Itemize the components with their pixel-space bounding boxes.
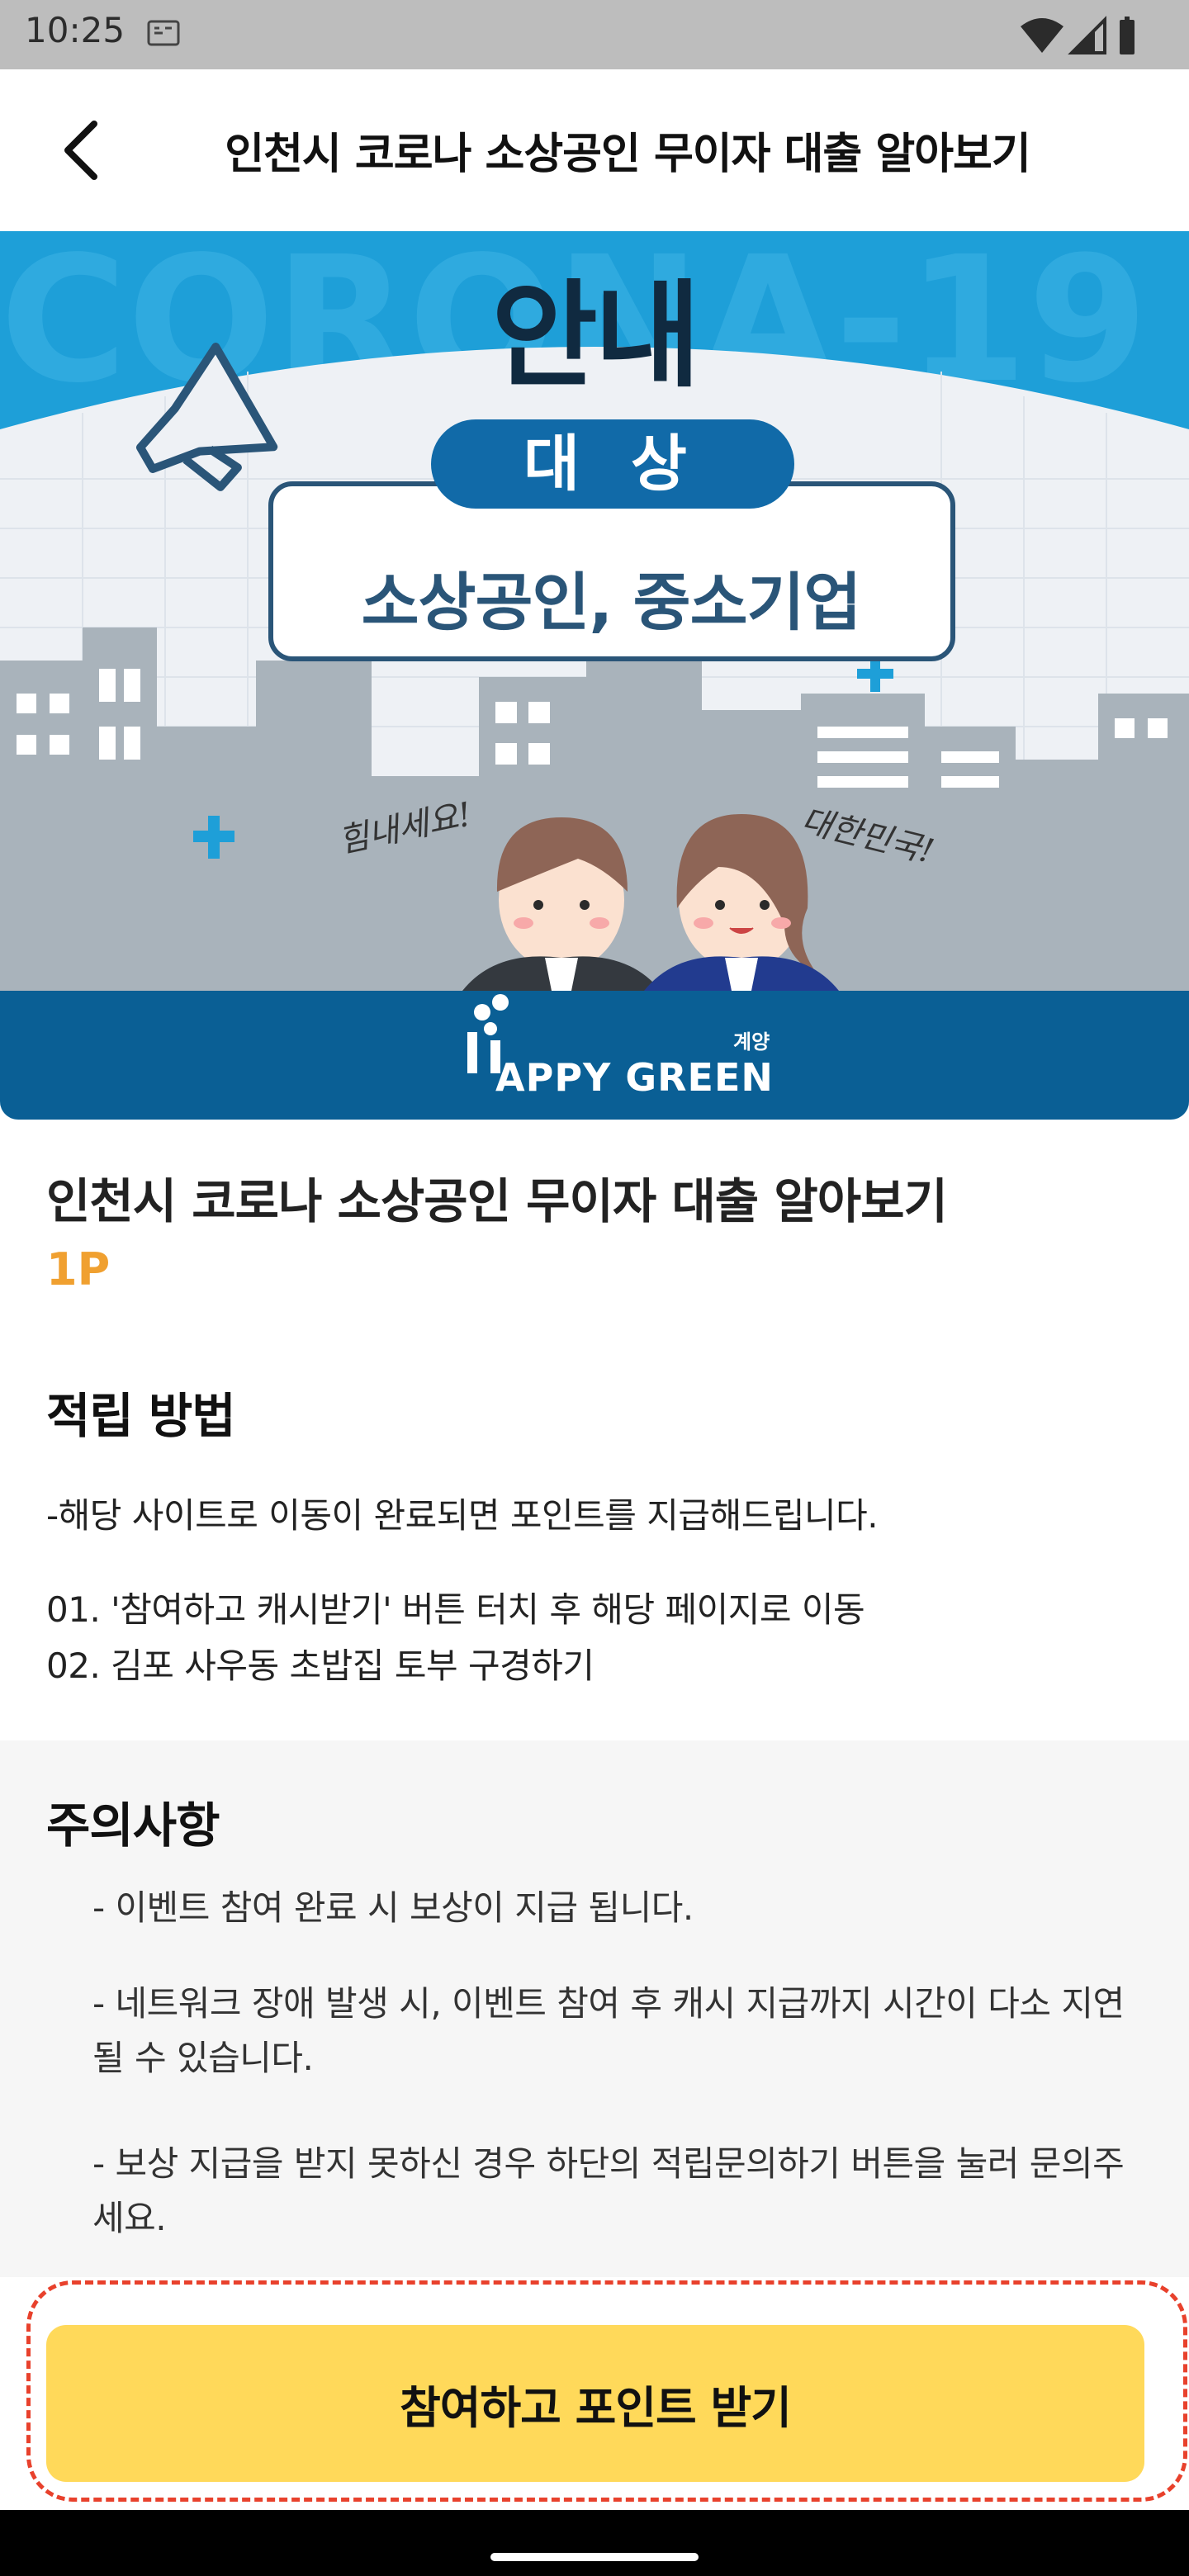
participate-get-points-button[interactable]: 참여하고 포인트 받기	[46, 2325, 1144, 2482]
notice-item: - 보상 지급을 받지 못하신 경우 하단의 적립문의하기 버튼을 눌러 문의주…	[92, 2143, 1125, 2238]
status-icons	[1021, 16, 1135, 54]
notice-item: - 이벤트 참여 완료 시 보상이 지급 됩니다.	[92, 1887, 694, 1928]
campaign-points: 1P	[46, 1243, 111, 1295]
method-heading: 적립 방법	[46, 1388, 236, 1444]
campaign-banner-image: CORONA-19 안내 대 상 소상공인, 중소기업 힘내세요! 대한민국! …	[0, 231, 1189, 1120]
banner-target-pill: 대 상	[431, 419, 794, 509]
home-gesture-handle[interactable]	[490, 2553, 699, 2561]
back-button[interactable]	[41, 111, 121, 190]
notice-item: - 네트워크 장애 발생 시, 이벤트 참여 후 캐시 지급까지 시간이 다소 …	[92, 1983, 1125, 2078]
sd-card-icon	[147, 20, 180, 46]
status-time: 10:25	[25, 10, 126, 50]
method-step-2: 02. 김포 사우동 초밥집 토부 구경하기	[46, 1646, 594, 1686]
system-nav-bar	[0, 2510, 1189, 2576]
method-step-1: 01. '참여하고 캐시받기' 버튼 터치 후 해당 페이지로 이동	[46, 1589, 865, 1630]
banner-heading: 안내	[491, 269, 701, 404]
wifi-icon	[1021, 18, 1063, 53]
method-line: -해당 사이트로 이동이 완료되면 포인트를 지급해드립니다.	[46, 1495, 879, 1536]
logo-small-text: 계양	[733, 1030, 770, 1054]
chevron-left-icon	[64, 121, 97, 180]
battery-icon	[1120, 17, 1135, 54]
notice-heading: 주의사항	[46, 1797, 220, 1854]
logo-text: APPY GREEN	[495, 1055, 774, 1100]
app-bar: 인천시 코로나 소상공인 무이자 대출 알아보기	[0, 69, 1189, 231]
notice-section: 주의사항 - 이벤트 참여 완료 시 보상이 지급 됩니다. - 네트워크 장애…	[0, 1740, 1189, 2277]
signal-icon	[1068, 16, 1106, 54]
page-title: 인천시 코로나 소상공인 무이자 대출 알아보기	[225, 130, 1030, 179]
banner-target-text: 소상공인, 중소기업	[361, 566, 862, 639]
campaign-title: 인천시 코로나 소상공인 무이자 대출 알아보기	[46, 1173, 948, 1229]
status-bar: 10:25	[0, 0, 1189, 69]
bottom-cta-area: 참여하고 포인트 받기	[0, 2277, 1189, 2510]
